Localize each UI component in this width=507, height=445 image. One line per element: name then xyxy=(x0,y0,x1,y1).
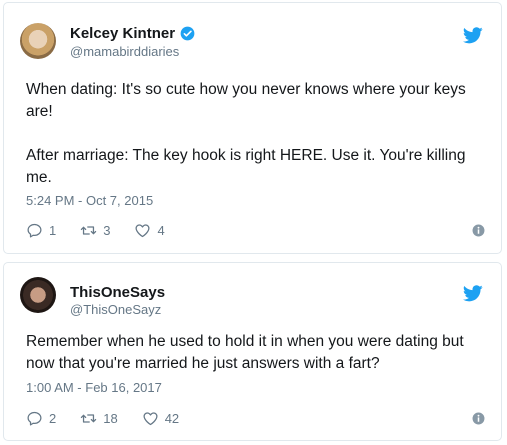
like-icon xyxy=(143,412,158,426)
reply-count: 2 xyxy=(49,411,57,426)
retweet-button[interactable]: 18 xyxy=(80,410,118,427)
retweet-button[interactable]: 3 xyxy=(80,222,110,239)
display-name[interactable]: ThisOneSays xyxy=(70,284,165,301)
twitter-bird-icon[interactable] xyxy=(463,27,483,44)
like-count: 42 xyxy=(164,411,180,426)
timestamp[interactable]: 1:00 AM - Feb 16, 2017 xyxy=(26,380,162,395)
action-bar: 1 3 4 xyxy=(26,222,189,239)
like-icon xyxy=(135,224,150,238)
retweet-icon xyxy=(81,226,97,235)
display-name[interactable]: Kelcey Kintner xyxy=(70,25,175,42)
verified-badge-icon xyxy=(180,26,195,41)
tweet-text: Remember when he used to hold it in when… xyxy=(26,333,464,372)
reply-button[interactable]: 1 xyxy=(26,222,56,239)
reply-icon xyxy=(27,411,42,426)
author-row: Kelcey Kintner xyxy=(70,25,195,42)
reply-count: 1 xyxy=(49,223,57,238)
info-icon[interactable] xyxy=(472,412,485,425)
tweet-text: After marriage: The key hook is right HE… xyxy=(26,147,466,186)
handle[interactable]: @mamabirddiaries xyxy=(70,44,179,59)
handle[interactable]: @ThisOneSayz xyxy=(70,302,161,317)
timestamp[interactable]: 5:24 PM - Oct 7, 2015 xyxy=(26,193,153,208)
reply-icon xyxy=(27,223,42,238)
avatar[interactable] xyxy=(20,277,56,313)
retweet-count: 18 xyxy=(103,411,118,426)
tweet-card[interactable]: Kelcey Kintner @mamabirddiaries When dat… xyxy=(3,2,502,254)
info-icon[interactable] xyxy=(472,224,485,237)
tweet-text: When dating: It's so cute how you never … xyxy=(26,81,466,120)
twitter-bird-icon[interactable] xyxy=(463,285,483,302)
action-bar: 2 18 42 xyxy=(26,410,203,427)
retweet-icon xyxy=(81,414,97,423)
like-button[interactable]: 42 xyxy=(142,410,179,427)
author-row: ThisOneSays xyxy=(70,284,165,301)
like-button[interactable]: 4 xyxy=(134,222,165,239)
tweet-card[interactable]: ThisOneSays @ThisOneSayz Remember when h… xyxy=(3,262,502,441)
reply-button[interactable]: 2 xyxy=(26,410,56,427)
like-count: 4 xyxy=(157,223,165,238)
avatar[interactable] xyxy=(20,23,56,59)
retweet-count: 3 xyxy=(103,223,111,238)
